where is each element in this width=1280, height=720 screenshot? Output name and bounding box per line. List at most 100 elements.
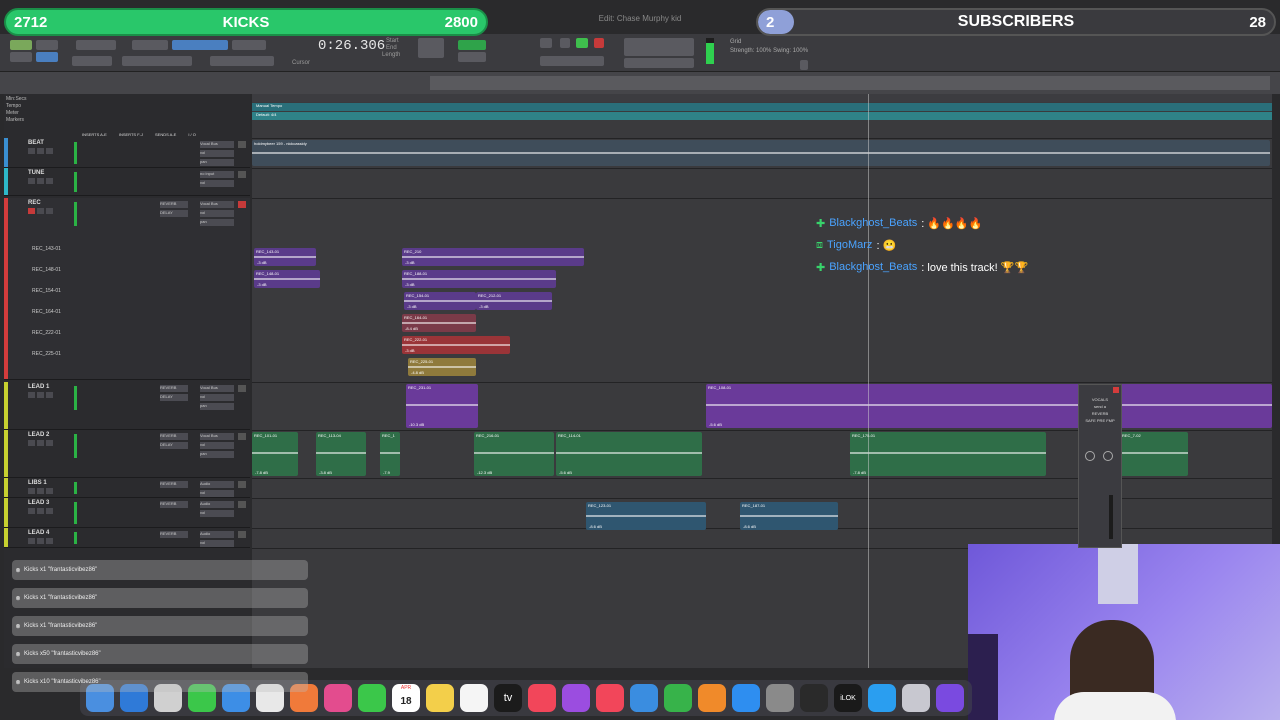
track-record-button[interactable]: [238, 201, 246, 208]
reminders-icon[interactable]: [460, 684, 488, 712]
logic-icon[interactable]: [800, 684, 828, 712]
insert-reverb[interactable]: REVERB: [160, 531, 188, 538]
record-enable-button[interactable]: [28, 538, 35, 544]
lead2-clip[interactable]: REC_1 -7.9: [380, 432, 400, 476]
insert-delay[interactable]: DELAY: [160, 210, 188, 217]
record-enable-button[interactable]: [28, 148, 35, 154]
io-field[interactable]: pan: [200, 219, 234, 226]
lead2-clip[interactable]: REC_7-02: [1120, 432, 1188, 476]
appstore-icon[interactable]: [732, 684, 760, 712]
main-counter[interactable]: 0:26.306: [318, 38, 385, 54]
insert-delay[interactable]: DELAY: [160, 394, 188, 401]
solo-button[interactable]: [37, 508, 44, 514]
rec-clip[interactable]: REC_154-01 -3 dB: [404, 292, 476, 310]
track-record-button[interactable]: [238, 141, 246, 148]
numbers-icon[interactable]: [664, 684, 692, 712]
io-field[interactable]: Audio: [200, 501, 234, 508]
track-lead-2[interactable]: LEAD 2 REVERB DELAY Vocal Bus vol pan: [4, 430, 250, 478]
selector-tool[interactable]: [172, 40, 228, 50]
track-record-button[interactable]: [238, 481, 246, 488]
close-icon[interactable]: [1113, 387, 1119, 393]
solo-button[interactable]: [37, 178, 44, 184]
pencil-tool[interactable]: [232, 40, 266, 50]
insert-reverb[interactable]: REVERB: [160, 201, 188, 208]
keynote-icon[interactable]: [630, 684, 658, 712]
beat-clip[interactable]: holdmybeer 159 - nickcassidy: [252, 140, 1270, 166]
disk-utility-icon[interactable]: [902, 684, 930, 712]
lead2-clip[interactable]: REC_175-01 -7.8 dB: [850, 432, 1046, 476]
zoom-presets[interactable]: [72, 56, 112, 66]
io-field[interactable]: Audio: [200, 531, 234, 538]
tempo-ruler[interactable]: Manual Tempo: [252, 103, 1272, 111]
mute-button[interactable]: [46, 178, 53, 184]
insert-reverb[interactable]: REVERB: [160, 433, 188, 440]
facetime-icon[interactable]: [358, 684, 386, 712]
trim-tool[interactable]: [132, 40, 168, 50]
universe-overview[interactable]: [0, 72, 1280, 94]
spot-mode-button[interactable]: [36, 40, 58, 50]
rec-playlist-name[interactable]: REC_148-01: [32, 267, 61, 273]
io-field[interactable]: Vocal Bus: [200, 201, 234, 208]
pan-knob[interactable]: [1085, 451, 1095, 461]
rec-playlist-name[interactable]: REC_154-01: [32, 288, 61, 294]
rec-clip[interactable]: REC_225-01 -4.8 dB: [408, 358, 476, 376]
rec-clip[interactable]: REC_222-01 -3 dB: [402, 336, 510, 354]
playhead[interactable]: [868, 94, 869, 668]
slip-mode-button[interactable]: [10, 52, 32, 62]
lead3-clip[interactable]: REC_123-01 -8.6 dB: [586, 502, 706, 530]
track-name[interactable]: LIBS 1: [28, 480, 47, 486]
track-name[interactable]: REC: [28, 200, 41, 206]
tv-icon[interactable]: tv: [494, 684, 522, 712]
io-field[interactable]: vol: [200, 394, 234, 401]
io-field[interactable]: pan: [200, 159, 234, 166]
track-name[interactable]: BEAT: [28, 140, 44, 146]
podcasts-icon[interactable]: [562, 684, 590, 712]
record-enable-button[interactable]: [28, 178, 35, 184]
io-field[interactable]: vol: [200, 180, 234, 187]
io-field[interactable]: vol: [200, 210, 234, 217]
settings-icon[interactable]: [766, 684, 794, 712]
lead2-clip[interactable]: REC_216-01 -12.3 dB: [474, 432, 554, 476]
track-name[interactable]: LEAD 2: [28, 432, 49, 438]
rec-clip[interactable]: REC_164-01 -8.4 dB: [402, 314, 476, 332]
insert-reverb[interactable]: REVERB: [160, 385, 188, 392]
pages-icon[interactable]: [698, 684, 726, 712]
io-field[interactable]: no input: [200, 171, 234, 178]
overview-strip[interactable]: [430, 76, 1270, 90]
level-knob[interactable]: [1103, 451, 1113, 461]
mute-button[interactable]: [46, 440, 53, 446]
mute-button[interactable]: [46, 538, 53, 544]
track-record-button[interactable]: [238, 501, 246, 508]
pro-tools-icon[interactable]: [936, 684, 964, 712]
track-name[interactable]: LEAD 4: [28, 530, 49, 536]
edit-selection-fields[interactable]: [418, 38, 444, 58]
nudge-value[interactable]: [458, 52, 486, 62]
calendar-icon[interactable]: APR 18: [392, 684, 420, 712]
record-enable-button[interactable]: [28, 440, 35, 446]
lead2-clip[interactable]: REC_113-04 -3.8 dB: [316, 432, 366, 476]
settings-gear[interactable]: [800, 60, 808, 70]
link-toggles[interactable]: [210, 56, 274, 66]
lead1-clip[interactable]: REC_231-01 -10.3 dB: [406, 384, 478, 428]
io-field[interactable]: Audio: [200, 481, 234, 488]
grid-value[interactable]: [458, 40, 486, 50]
rec-playlist-name[interactable]: REC_143-01: [32, 246, 61, 252]
record-enable-button[interactable]: [28, 392, 35, 398]
io-field[interactable]: vol: [200, 150, 234, 157]
io-field[interactable]: Vocal Bus: [200, 433, 234, 440]
track-name[interactable]: TUNE: [28, 170, 44, 176]
play-button[interactable]: [576, 38, 588, 48]
mute-button[interactable]: [46, 508, 53, 514]
io-field[interactable]: vol: [200, 510, 234, 517]
vocals-send-window[interactable]: VOCALS send a REVERB SAFE PRE FMP: [1078, 384, 1122, 548]
solo-button[interactable]: [37, 440, 44, 446]
io-field[interactable]: vol: [200, 442, 234, 449]
photos2-icon[interactable]: [324, 684, 352, 712]
zoom-tool[interactable]: [76, 40, 116, 50]
io-field[interactable]: pan: [200, 451, 234, 458]
track-name[interactable]: LEAD 3: [28, 500, 49, 506]
track-record-button[interactable]: [238, 433, 246, 440]
track-name[interactable]: LEAD 1: [28, 384, 49, 390]
solo-button[interactable]: [37, 392, 44, 398]
swing-value[interactable]: 100%: [793, 48, 808, 54]
